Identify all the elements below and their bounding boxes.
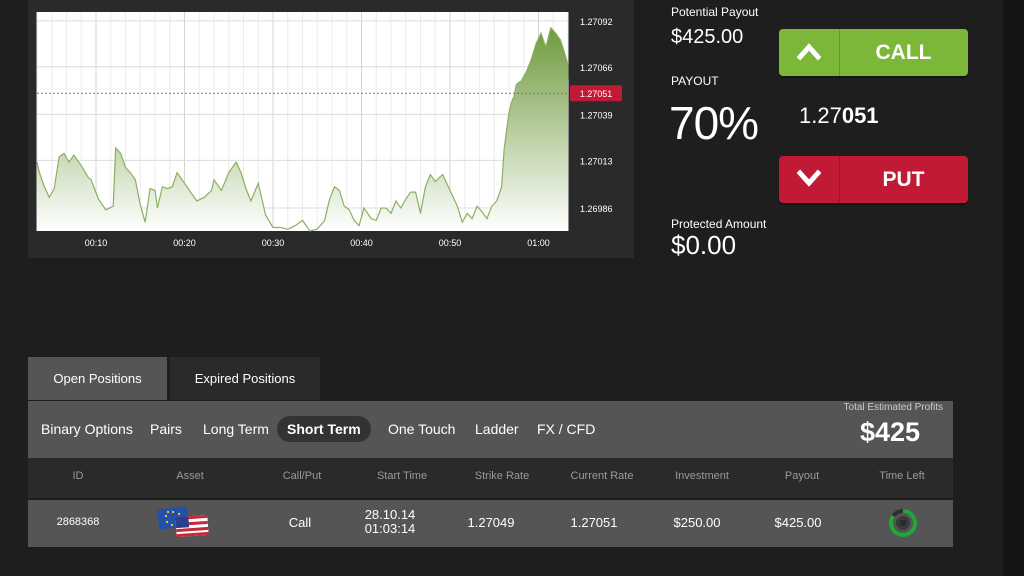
protected-amount-label: Protected Amount [671, 217, 767, 231]
column-header-start-time: Start Time [376, 470, 428, 482]
table-row[interactable]: 2868368 Call 28.10.14 01:03:14 1.27049 1… [28, 500, 953, 547]
tab-expired-positions[interactable]: Expired Positions [170, 357, 320, 400]
chart-y-tick-label: 1.26986 [580, 204, 613, 214]
column-header-strike-rate: Strike Rate [474, 470, 530, 482]
protected-amount-value: $0.00 [671, 230, 737, 260]
current-rate-prefix: 1.27 [799, 103, 842, 128]
chart-x-tick-label: 00:50 [439, 238, 462, 248]
column-header-investment: Investment [675, 470, 729, 482]
positions-table-header: ID Asset Call/Put Start Time Strike Rate… [28, 458, 953, 498]
right-edge-strip [1003, 0, 1024, 576]
call-button-label: CALL [875, 40, 932, 64]
payout-percent: 70% [669, 97, 759, 149]
column-header-call-put: Call/Put [282, 470, 322, 482]
chart-y-tick-label: 1.27013 [580, 156, 613, 166]
chart-x-tick-label: 01:00 [527, 238, 550, 248]
column-header-time-left: Time Left [879, 470, 925, 482]
position-id: 2868368 [56, 516, 100, 528]
column-header-id: ID [72, 470, 84, 482]
put-arrow [779, 156, 840, 203]
payout-label: PAYOUT [671, 74, 719, 88]
position-current-rate: 1.27051 [570, 515, 618, 530]
filter-binary-options[interactable]: Binary Options [41, 416, 133, 442]
chart-x-tick-label: 00:10 [85, 238, 108, 248]
column-header-payout: Payout [784, 470, 820, 482]
time-left-progress-icon [889, 507, 919, 539]
chart-x-tick-label: 00:40 [350, 238, 373, 248]
put-button[interactable]: PUT [779, 156, 968, 203]
filter-long-term[interactable]: Long Term [203, 416, 269, 442]
chevron-down-icon [797, 169, 821, 187]
filter-short-term[interactable]: Short Term [277, 416, 371, 442]
position-strike-rate: 1.27049 [467, 515, 515, 530]
total-profits-value: $425 [860, 417, 921, 447]
current-rate: 1.27051 [799, 103, 879, 129]
filter-pairs[interactable]: Pairs [150, 416, 182, 442]
call-arrow [779, 29, 840, 76]
filter-fx-cfd[interactable]: FX / CFD [537, 416, 595, 442]
eu-us-flags-icon [156, 506, 210, 538]
filter-one-touch[interactable]: One Touch [388, 416, 455, 442]
chart-x-tick-label: 00:20 [173, 238, 196, 248]
position-filter-bar: Binary Options Pairs Long Term Short Ter… [28, 401, 953, 458]
tab-open-positions[interactable]: Open Positions [28, 357, 167, 400]
column-header-current-rate: Current Rate [570, 470, 634, 482]
total-profits-label: Total Estimated Profits [843, 402, 943, 413]
chart-y-tick-label: 1.27066 [580, 63, 613, 73]
chart-y-tick-label: 1.27039 [580, 110, 613, 120]
chevron-up-icon [797, 43, 821, 61]
position-start-time: 28.10.14 01:03:14 [335, 508, 445, 536]
column-header-asset: Asset [176, 470, 204, 482]
position-start-date: 28.10.14 [364, 507, 416, 522]
price-chart-panel: 1.27092 1.27066 1.27039 1.27013 1.26986 00:10… [28, 0, 634, 258]
chart-x-tick-label: 00:30 [262, 238, 285, 248]
current-rate-suffix: 051 [841, 103, 879, 128]
call-button[interactable]: CALL [779, 29, 968, 76]
position-payout: $425.00 [774, 515, 822, 530]
position-investment: $250.00 [673, 515, 721, 530]
chart-y-tick-label: 1.27092 [580, 17, 613, 27]
potential-payout-label: Potential Payout [671, 5, 759, 19]
filter-ladder[interactable]: Ladder [475, 416, 519, 442]
price-chart: 1.27092 1.27066 1.27039 1.27013 1.26986 00:10… [36, 12, 622, 248]
position-start-clock: 01:03:14 [364, 521, 416, 536]
potential-payout-value: $425.00 [671, 26, 744, 48]
chart-current-value-label: 1.27051 [580, 89, 613, 99]
put-button-label: PUT [882, 167, 925, 191]
